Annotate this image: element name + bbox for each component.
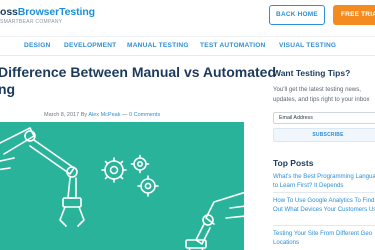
nav-item-visual-testing[interactable]: VISUAL TESTING bbox=[279, 42, 336, 49]
nav-item-design[interactable]: DESIGN bbox=[24, 42, 50, 49]
post-divider bbox=[273, 192, 375, 193]
article-date: March 8, 2017 bbox=[44, 112, 80, 118]
free-trial-button[interactable]: FREE TRIAL bbox=[333, 5, 375, 25]
gear-large-icon bbox=[101, 157, 127, 183]
sidebar-tips-text: You'll get the latest testing news, upda… bbox=[273, 86, 370, 103]
top-post-link[interactable]: How To Use Google Analytics To Find Out … bbox=[273, 196, 375, 214]
top-post-link[interactable]: Testing Your Site From Different Geo Loc… bbox=[273, 229, 375, 247]
logo-subtitle: SMARTBEAR COMPANY bbox=[0, 19, 63, 25]
hero-illustration bbox=[0, 122, 244, 250]
sidebar-tips-heading: Want Testing Tips? bbox=[273, 68, 351, 78]
subscribe-button[interactable]: SUBSCRIBE bbox=[273, 128, 375, 142]
gear-small-icon bbox=[130, 154, 150, 174]
article-by: By bbox=[80, 112, 88, 118]
nav-item-development[interactable]: DEVELOPMENT bbox=[64, 42, 116, 49]
post-divider bbox=[273, 225, 375, 226]
logo-brand: BrowserTesting bbox=[17, 6, 95, 18]
comments-link[interactable]: 0 Comments bbox=[129, 112, 160, 118]
back-home-button[interactable]: BACK HOME bbox=[269, 5, 325, 25]
email-field[interactable]: Email Address bbox=[273, 112, 375, 124]
article-title-line-2: ng bbox=[0, 81, 16, 97]
gear-medium-icon bbox=[137, 175, 159, 197]
article-title-line-1: Difference Between Manual vs Automated bbox=[0, 64, 276, 80]
author-link[interactable]: Alex McPeak bbox=[88, 112, 120, 118]
category-nav: DESIGN DEVELOPMENT MANUAL TESTING TEST A… bbox=[0, 36, 375, 56]
robot-arms-gears-illustration bbox=[0, 127, 244, 250]
nav-item-manual-testing[interactable]: MANUAL TESTING bbox=[127, 42, 189, 49]
logo-prefix: oss bbox=[0, 6, 18, 18]
nav-item-test-automation[interactable]: TEST AUTOMATION bbox=[200, 42, 266, 49]
article-title: Difference Between Manual vs Automated n… bbox=[0, 64, 276, 98]
sidebar-top-posts-heading: Top Posts bbox=[273, 158, 314, 168]
site-header: ossBrowserTesting SMARTBEAR COMPANY BACK… bbox=[0, 0, 375, 34]
site-logo[interactable]: ossBrowserTesting SMARTBEAR COMPANY bbox=[0, 6, 95, 25]
top-post-link[interactable]: What's the Best Programming Language to … bbox=[273, 172, 375, 190]
article-meta: March 8, 2017 By Alex McPeak — 0 Comment… bbox=[44, 112, 160, 118]
logo-wordmark: ossBrowserTesting bbox=[0, 6, 95, 18]
meta-separator: — bbox=[122, 112, 128, 118]
